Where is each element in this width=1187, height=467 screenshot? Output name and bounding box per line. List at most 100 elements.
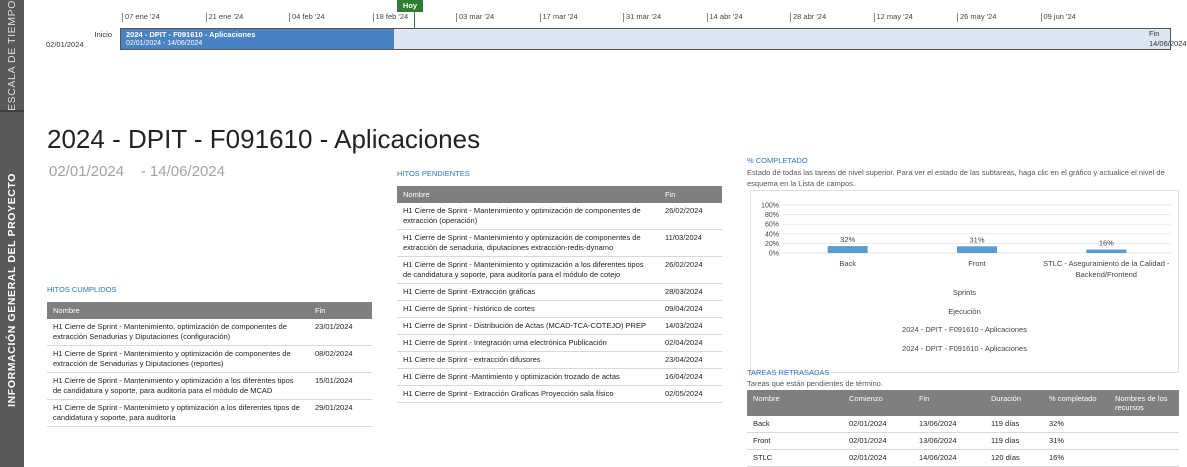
task-percent-cell: 31% (1043, 432, 1109, 450)
timeline-tick-label: 26 may '24 (956, 12, 997, 22)
column-header[interactable]: Comienzo (843, 390, 913, 416)
task-percent-cell: 32% (1043, 416, 1109, 433)
timeline-tick-label: 28 abr '24 (789, 12, 827, 22)
column-header[interactable]: Fin (913, 390, 985, 416)
task-end-cell: 13/06/2024 (913, 416, 985, 433)
task-resources-cell (1109, 449, 1179, 467)
milestone-name-cell: H1 Cierre de Sprint -Extracción gráficas (397, 283, 659, 301)
table-row[interactable]: H1 Cierre de Sprint - histórico de corte… (397, 300, 722, 318)
table-row[interactable]: H1 Cierre de Sprint -Mantimiento y optim… (397, 368, 722, 386)
task-end-cell: 14/06/2024 (913, 449, 985, 467)
project-timeline-bar[interactable]: 2024 - DPIT - F091610 - Aplicaciones 02/… (120, 28, 1171, 50)
timeline-tick-label: 17 mar '24 (539, 12, 578, 22)
bar-value-label: 32% (840, 235, 855, 244)
table-row[interactable]: H1 Cierre de Sprint - Mantenimiento y op… (397, 229, 722, 257)
column-header[interactable]: Fin (309, 302, 372, 319)
task-resources-cell (1109, 416, 1179, 433)
column-header[interactable]: Nombre (397, 186, 659, 203)
task-name-cell: Front (747, 432, 843, 450)
hitos-cumplidos-table: Nombre Fin H1 Cierre de Sprint - Manteni… (47, 302, 372, 427)
chart-bar[interactable] (827, 246, 868, 253)
task-start-cell: 02/01/2024 (843, 416, 913, 433)
milestone-name-cell: H1 Cierre de Sprint - Mantenimiento y op… (397, 256, 659, 284)
task-name-cell: Back (747, 416, 843, 433)
chart-legend-line: 2024 - DPIT - F091610 - Aplicaciones (902, 344, 1027, 353)
timescale-label: ESCALA DE TIEMPO (6, 0, 18, 111)
timeline-tick-label: 12 may '24 (873, 12, 913, 22)
table-row[interactable]: H1 Cierre de Sprint - Mantenimieto y opt… (47, 399, 372, 427)
project-bar-dates: 02/01/2024 - 14/06/2024 (126, 40, 203, 47)
milestone-name-cell: H1 Cierre de Sprint - Integración urna e… (397, 334, 659, 352)
y-tick-label: 40% (765, 231, 779, 238)
task-percent-cell: 16% (1043, 449, 1109, 467)
column-header[interactable]: Fin (659, 186, 722, 203)
milestone-end-cell: 23/01/2024 (309, 319, 372, 346)
milestone-name-cell: H1 Cierre de Sprint - extracción difusor… (397, 351, 659, 369)
table-row[interactable]: H1 Cierre de Sprint - Mantenimiento, opt… (47, 319, 372, 346)
completado-chart-svg: 100% 80% 60% 40% 20% 0% 32% 31% 16% (761, 203, 1171, 258)
table-row[interactable]: H1 Cierre de Sprint - Integración urna e… (397, 334, 722, 352)
task-duration-cell: 119 días (985, 416, 1043, 433)
task-resources-cell (1109, 432, 1179, 450)
y-tick-label: 20% (765, 241, 779, 248)
table-row[interactable]: Back 02/01/2024 13/06/2024 119 días 32% (747, 416, 1179, 433)
task-name-cell: STLC (747, 449, 843, 467)
column-header[interactable]: Nombre (747, 390, 843, 416)
column-header[interactable]: Duración (985, 390, 1043, 416)
chart-bar[interactable] (957, 246, 997, 253)
timeline-end-label: Fin (1149, 29, 1160, 38)
column-header[interactable]: Nombres de los recursos (1109, 390, 1179, 416)
table-row[interactable]: H1 Cierre de Sprint - Extracción Grafica… (397, 385, 722, 403)
table-row[interactable]: H1 Cierre de Sprint -Extracción gráficas… (397, 283, 722, 301)
x-category-label: Back (839, 259, 856, 268)
tareas-retrasadas-table: Nombre Comienzo Fin Duración % completad… (747, 390, 1179, 467)
milestone-name-cell: H1 Cierre de Sprint - Mantenimiento, opt… (47, 319, 309, 346)
task-duration-cell: 120 días (985, 449, 1043, 467)
completado-chart[interactable]: 100% 80% 60% 40% 20% 0% 32% 31% 16% Back Front STL… (750, 190, 1179, 373)
page-title: 2024 - DPIT - F091610 - Aplicaciones (47, 124, 481, 154)
bar-value-label: 31% (969, 235, 984, 244)
y-tick-label: 80% (765, 212, 779, 219)
table-row[interactable]: H1 Cierre de Sprint - Mantenimiento y op… (397, 256, 722, 284)
hitos-cumplidos-title: HITOS CUMPLIDOS (47, 285, 117, 294)
table-row[interactable]: H1 Cierre de Sprint - Distribución de Ac… (397, 317, 722, 335)
table-row[interactable]: H1 Cierre de Sprint - Mantenimiento y op… (397, 203, 722, 230)
column-header[interactable]: % completado (1043, 390, 1109, 416)
timeline-tick-label: 07 ene '24 (122, 12, 160, 22)
milestone-end-cell: 02/04/2024 (659, 334, 722, 352)
timeline-start-date: 02/01/2024 (46, 40, 84, 49)
table-row[interactable]: Front 02/01/2024 13/06/2024 119 días 31% (747, 432, 1179, 450)
completado-title: % COMPLETADO (747, 156, 808, 165)
timeline-tick-label: 31 mar '24 (622, 12, 662, 22)
milestone-name-cell: H1 Cierre de Sprint - histórico de corte… (397, 300, 659, 318)
task-start-cell: 02/01/2024 (843, 449, 913, 467)
table-row[interactable]: H1 Cierre de Sprint - Mantenimiento y op… (47, 345, 372, 373)
timeline[interactable]: 07 ene '24 21 ene '24 04 feb '24 18 feb '24… (24, 0, 1187, 110)
y-tick-label: 60% (765, 222, 779, 229)
milestone-name-cell: H1 Cierre de Sprint - Mantenimiento y op… (397, 203, 659, 230)
timeline-start-label: Inicio (94, 30, 112, 39)
milestone-end-cell: 15/01/2024 (309, 372, 372, 400)
milestone-end-cell: 11/03/2024 (659, 229, 722, 257)
table-row[interactable]: STLC 02/01/2024 14/06/2024 120 días 16% (747, 449, 1179, 467)
table-row[interactable]: H1 Cierre de Sprint - Mantenimiento y op… (47, 372, 372, 400)
milestone-end-cell: 28/03/2024 (659, 283, 722, 301)
timeline-tick-label: 03 mar '24 (455, 12, 495, 22)
hitos-pendientes-title: HITOS PENDIENTES (397, 169, 470, 178)
completado-description: Estado de todas las tareas de nivel supe… (747, 168, 1165, 188)
milestone-name-cell: H1 Cierre de Sprint - Mantenimiento y op… (397, 229, 659, 257)
milestone-end-cell: 23/04/2024 (659, 351, 722, 369)
project-info-label: INFORMACIÓN GENERAL DEL PROYECTO (6, 172, 18, 407)
milestone-end-cell: 14/03/2024 (659, 317, 722, 335)
table-row[interactable]: H1 Cierre de Sprint - extracción difusor… (397, 351, 722, 369)
milestone-name-cell: H1 Cierre de Sprint - Mantenimiento y op… (47, 372, 309, 400)
column-header[interactable]: Nombre (47, 302, 309, 319)
chart-x-title: Sprints (952, 288, 977, 297)
task-start-cell: 02/01/2024 (843, 432, 913, 450)
timeline-tick-label: 21 ene '24 (205, 12, 244, 22)
milestone-name-cell: H1 Cierre de Sprint -Mantimiento y optim… (397, 368, 659, 386)
milestone-name-cell: H1 Cierre de Sprint - Extracción Grafica… (397, 385, 659, 403)
timeline-tick-label: 14 abr '24 (706, 12, 743, 22)
timeline-tick-label: 18 feb '24 (372, 12, 409, 22)
chart-bar[interactable] (1086, 249, 1127, 253)
